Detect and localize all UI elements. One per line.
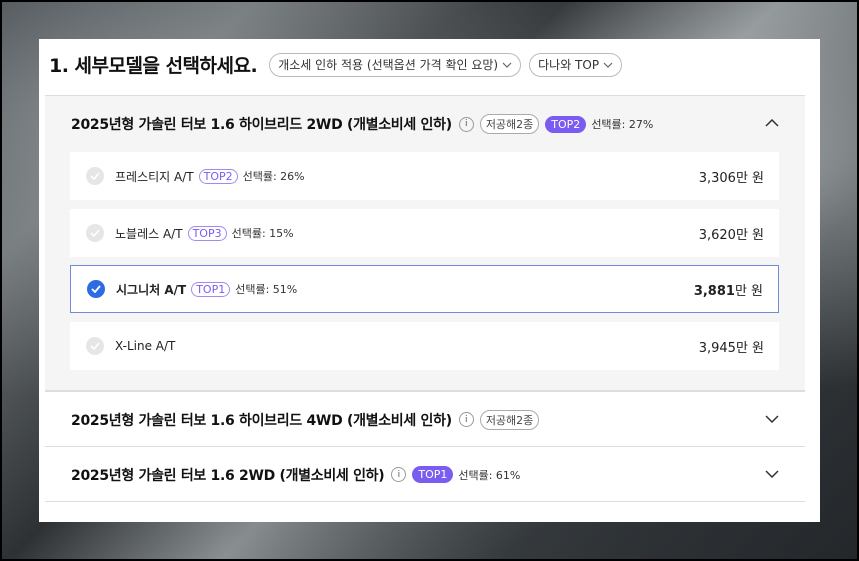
model-group-turbo-2wd[interactable]: 2025년형 가솔린 터보 1.6 2WD (개별소비세 인하) i TOP1 …	[45, 446, 805, 502]
price-value: 3,881	[693, 283, 735, 299]
model-group-hybrid-4wd[interactable]: 2025년형 가솔린 터보 1.6 하이브리드 4WD (개별소비세 인하) i…	[45, 391, 805, 446]
check-icon	[91, 285, 101, 293]
trim-name: X-Line A/T	[115, 339, 176, 353]
price-unit: 만 원	[735, 227, 764, 243]
trim-price: 3,306만 원	[699, 167, 764, 186]
selection-rate: 선택률: 15%	[231, 227, 294, 240]
chevron-down-icon	[502, 62, 512, 68]
selection-rate: 선택률: 51%	[235, 283, 298, 296]
top-rank-badge: TOP1	[412, 466, 454, 483]
check-icon	[90, 229, 100, 237]
sort-dropdown[interactable]: 다나와 TOP	[529, 52, 623, 77]
selection-rate: 선택률: 27%	[591, 118, 654, 131]
info-icon[interactable]: i	[458, 412, 474, 427]
price-unit: 만 원	[734, 283, 763, 299]
info-icon[interactable]: i	[391, 467, 407, 482]
top-rank-badge: TOP1	[191, 281, 231, 297]
trim-name: 프레스티지 A/T	[115, 169, 194, 184]
trim-option-noblesse[interactable]: 노블레스 A/T TOP3 선택률: 15% 3,620만 원	[70, 209, 779, 257]
trim-price: 3,620만 원	[699, 224, 764, 243]
chevron-down-icon[interactable]	[765, 414, 779, 425]
price-value: 3,306	[698, 170, 736, 186]
trim-price: 3,881만 원	[694, 280, 763, 299]
trim-name: 노블레스 A/T	[115, 226, 183, 241]
trim-price: 3,945만 원	[699, 337, 764, 356]
model-group-title: 2025년형 가솔린 터보 1.6 하이브리드 2WD (개별소비세 인하)	[71, 117, 452, 133]
emission-badge: 저공해2종	[479, 114, 540, 134]
check-icon	[90, 172, 100, 180]
radio-button[interactable]	[86, 337, 104, 355]
price-value: 3,620	[698, 227, 736, 243]
check-icon	[90, 342, 100, 350]
model-select-panel: 1. 세부모델을 선택하세요. 개소세 인하 적용 (선택옵션 가격 확인 요망…	[39, 39, 820, 522]
chevron-down-icon[interactable]	[765, 469, 779, 480]
trim-option-prestige[interactable]: 프레스티지 A/T TOP2 선택률: 26% 3,306만 원	[70, 152, 779, 200]
top-rank-badge: TOP3	[187, 225, 227, 241]
price-unit: 만 원	[735, 170, 764, 186]
trim-name: 시그니처 A/T	[116, 282, 187, 297]
model-group-title: 2025년형 가솔린 터보 1.6 2WD (개별소비세 인하)	[71, 467, 385, 484]
trim-option-xline[interactable]: X-Line A/T 3,945만 원	[70, 322, 779, 370]
emission-badge: 저공해2종	[479, 409, 540, 430]
model-group-header[interactable]: 2025년형 가솔린 터보 1.6 하이브리드 2WD (개별소비세 인하) i…	[45, 96, 805, 152]
selection-rate: 선택률: 26%	[242, 170, 305, 183]
selection-rate: 선택률: 61%	[458, 468, 521, 482]
radio-button-selected[interactable]	[87, 280, 105, 298]
tax-filter-label: 개소세 인하 적용 (선택옵션 가격 확인 요망)	[278, 58, 499, 72]
radio-button[interactable]	[86, 167, 104, 185]
header: 1. 세부모델을 선택하세요. 개소세 인하 적용 (선택옵션 가격 확인 요망…	[49, 51, 623, 78]
model-group-header[interactable]: 2025년형 가솔린 터보 1.6 2WD (개별소비세 인하) i TOP1 …	[45, 447, 805, 502]
model-group-hybrid-2wd: 2025년형 가솔린 터보 1.6 하이브리드 2WD (개별소비세 인하) i…	[45, 95, 805, 391]
model-group-title: 2025년형 가솔린 터보 1.6 하이브리드 4WD (개별소비세 인하)	[71, 412, 452, 429]
sort-label: 다나와 TOP	[538, 58, 600, 72]
chevron-down-icon	[603, 62, 613, 68]
tax-filter-dropdown[interactable]: 개소세 인하 적용 (선택옵션 가격 확인 요망)	[269, 52, 522, 77]
price-value: 3,945	[698, 340, 736, 356]
chevron-up-icon[interactable]	[765, 119, 779, 129]
trim-option-signature[interactable]: 시그니처 A/T TOP1 선택률: 51% 3,881만 원	[70, 265, 779, 313]
model-group-header[interactable]: 2025년형 가솔린 터보 1.6 하이브리드 4WD (개별소비세 인하) i…	[45, 392, 805, 447]
info-icon[interactable]: i	[458, 116, 474, 132]
page-title: 1. 세부모델을 선택하세요.	[49, 55, 258, 77]
top-rank-badge: TOP2	[198, 168, 238, 184]
top-rank-badge: TOP2	[545, 115, 587, 133]
radio-button[interactable]	[86, 224, 104, 242]
price-unit: 만 원	[735, 340, 764, 356]
